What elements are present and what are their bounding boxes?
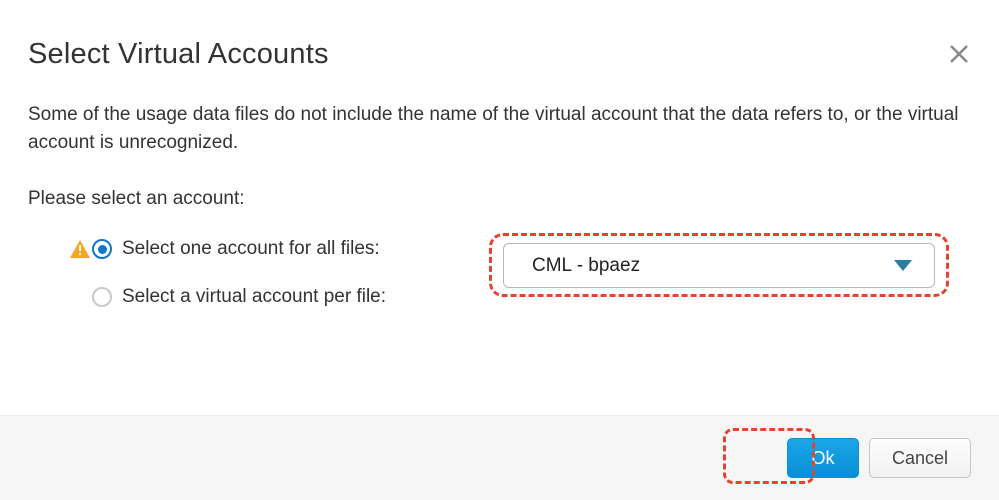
- account-dropdown-container: CML - bpaez: [503, 243, 935, 288]
- dialog-description: Some of the usage data files do not incl…: [28, 101, 971, 157]
- cancel-button[interactable]: Cancel: [869, 438, 971, 478]
- warning-icon: [70, 240, 90, 258]
- account-dropdown-value: CML - bpaez: [532, 255, 640, 277]
- dialog-prompt: Please select an account:: [28, 185, 971, 213]
- dialog-title: Select Virtual Accounts: [28, 38, 329, 71]
- select-virtual-accounts-dialog: Select Virtual Accounts Some of the usag…: [0, 0, 999, 500]
- radio-per-file[interactable]: [92, 287, 112, 307]
- radio-all-files[interactable]: [92, 239, 112, 259]
- radio-selected-icon: [98, 245, 107, 254]
- chevron-down-icon: [894, 260, 912, 271]
- radio-all-files-label[interactable]: Select one account for all files:: [122, 235, 380, 263]
- close-button[interactable]: [947, 42, 971, 66]
- close-icon: [949, 44, 969, 64]
- radio-per-file-label[interactable]: Select a virtual account per file:: [122, 283, 386, 311]
- ok-button[interactable]: Ok: [787, 438, 859, 478]
- dialog-footer: Ok Cancel: [0, 415, 999, 500]
- dialog-header: Select Virtual Accounts: [0, 0, 999, 71]
- account-dropdown[interactable]: CML - bpaez: [503, 243, 935, 288]
